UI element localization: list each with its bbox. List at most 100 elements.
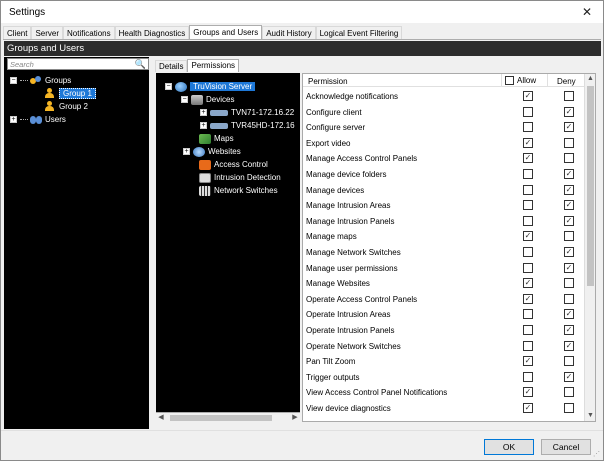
resource-intrusion-detection[interactable]: Intrusion Detection [199,172,281,183]
table-row[interactable]: View device diagnostics ✓ [303,401,585,417]
resource-maps[interactable]: Maps [199,133,234,144]
allow-checkbox[interactable] [523,106,533,117]
expand-icon[interactable]: + [200,109,207,116]
resource-server[interactable]: − TruVision Server [165,81,256,92]
table-row[interactable]: Operate Intrusion Areas ✓ [303,307,585,323]
column-header-deny[interactable]: Deny [557,77,576,86]
table-row[interactable]: Manage Websites ✓ [303,276,585,292]
deny-checkbox[interactable]: ✓ [564,371,574,382]
deny-checkbox[interactable]: ✓ [564,200,574,211]
allow-checkbox[interactable]: ✓ [523,91,533,101]
vertical-scrollbar[interactable]: ▲ ▼ [584,74,595,421]
allow-checkbox[interactable]: ✓ [523,153,533,164]
table-row[interactable]: Operate Intrusion Panels ✓ [303,323,585,339]
resize-grip-icon[interactable]: ⋰ [593,450,600,458]
deny-checkbox[interactable]: ✓ [564,184,574,195]
table-row[interactable]: View Access Control Panel Notifications ✓ [303,385,585,401]
tree-item-users[interactable]: + Users [10,113,66,125]
resource-devices[interactable]: − Devices [181,94,234,105]
allow-checkbox[interactable] [523,122,533,133]
table-row[interactable]: Configure client ✓ [303,105,585,121]
allow-checkbox[interactable] [523,262,533,273]
scrollbar-thumb[interactable] [587,86,594,286]
table-row[interactable]: Acknowledge notifications ✓ [303,89,585,105]
deny-checkbox[interactable] [564,403,574,413]
deny-checkbox[interactable]: ✓ [564,262,574,273]
search-icon[interactable]: 🔍 [135,59,146,70]
table-row[interactable]: Pan Tilt Zoom ✓ [303,354,585,370]
table-row[interactable]: Manage Intrusion Panels ✓ [303,214,585,230]
scroll-right-icon[interactable]: ▶ [290,413,300,423]
column-header-allow[interactable]: Allow [505,76,536,85]
allow-checkbox[interactable]: ✓ [523,387,533,398]
expand-icon[interactable]: + [200,122,207,129]
deny-checkbox[interactable] [564,293,574,304]
tree-item-group-2[interactable]: Group 2 [44,100,88,112]
collapse-icon[interactable]: − [181,96,188,103]
tab-groups-and-users[interactable]: Groups and Users [189,25,263,40]
deny-checkbox[interactable]: ✓ [564,247,574,257]
allow-checkbox[interactable] [523,200,533,211]
allow-checkbox[interactable]: ✓ [523,137,533,148]
tab-permissions[interactable]: Permissions [187,59,240,72]
deny-checkbox[interactable] [564,153,574,164]
deny-checkbox[interactable]: ✓ [564,169,574,179]
resource-device-2[interactable]: + TVR45HD-172.16 [200,120,295,131]
table-row[interactable]: Export video ✓ [303,136,585,152]
deny-checkbox[interactable]: ✓ [564,309,574,320]
table-row[interactable]: Manage Network Switches ✓ [303,245,585,261]
table-row[interactable]: Manage user permissions ✓ [303,261,585,277]
deny-checkbox[interactable] [564,91,574,101]
resource-access-control[interactable]: Access Control [199,159,268,170]
resource-device-1[interactable]: + TVN71-172.16.22 [200,107,294,118]
deny-checkbox[interactable]: ✓ [564,215,574,226]
allow-checkbox[interactable] [523,309,533,320]
table-row[interactable]: Configure server ✓ [303,120,585,136]
expand-icon[interactable]: + [10,115,17,123]
table-row[interactable]: Manage maps ✓ [303,229,585,245]
table-row[interactable]: Operate Access Control Panels ✓ [303,292,585,308]
allow-checkbox[interactable]: ✓ [523,231,533,242]
allow-checkbox[interactable] [523,325,533,335]
scroll-down-icon[interactable]: ▼ [585,411,595,421]
allow-all-checkbox[interactable] [505,76,514,85]
allow-checkbox[interactable] [523,247,533,257]
resource-network-switches[interactable]: Network Switches [199,185,278,196]
resource-websites[interactable]: + Websites [183,146,241,157]
tab-client[interactable]: Client [3,26,32,40]
collapse-icon[interactable]: − [10,76,17,84]
tab-health-diagnostics[interactable]: Health Diagnostics [114,26,190,40]
column-header-permission[interactable]: Permission [308,77,348,86]
tab-audit-history[interactable]: Audit History [262,26,316,40]
deny-checkbox[interactable] [564,356,574,367]
ok-button[interactable]: OK [484,439,534,455]
table-row[interactable]: Manage device folders ✓ [303,167,585,183]
allow-checkbox[interactable] [523,169,533,179]
allow-checkbox[interactable] [523,184,533,195]
allow-checkbox[interactable]: ✓ [523,278,533,289]
allow-checkbox[interactable] [523,340,533,351]
tab-details[interactable]: Details [155,60,188,72]
horizontal-scrollbar[interactable]: ◀ ▶ [156,412,300,422]
deny-checkbox[interactable] [564,278,574,289]
allow-checkbox[interactable]: ✓ [523,403,533,413]
expand-icon[interactable]: + [183,148,190,155]
deny-checkbox[interactable]: ✓ [564,122,574,133]
allow-checkbox[interactable]: ✓ [523,293,533,304]
tab-notifications[interactable]: Notifications [63,26,115,40]
scrollbar-thumb[interactable] [170,415,272,421]
table-row[interactable]: Trigger outputs ✓ [303,370,585,386]
tree-item-group-1[interactable]: Group 1 [44,87,96,99]
collapse-icon[interactable]: − [165,83,172,90]
tab-logical-event-filtering[interactable]: Logical Event Filtering [315,26,403,40]
close-icon[interactable]: ✕ [579,4,595,20]
table-row[interactable]: Operate Network Switches ✓ [303,339,585,355]
deny-checkbox[interactable] [564,137,574,148]
scroll-up-icon[interactable]: ▲ [585,74,595,84]
deny-checkbox[interactable]: ✓ [564,340,574,351]
allow-checkbox[interactable]: ✓ [523,356,533,367]
deny-checkbox[interactable]: ✓ [564,325,574,335]
deny-checkbox[interactable] [564,231,574,242]
tree-item-groups[interactable]: − Groups [10,74,71,86]
table-row[interactable]: Manage Intrusion Areas ✓ [303,198,585,214]
